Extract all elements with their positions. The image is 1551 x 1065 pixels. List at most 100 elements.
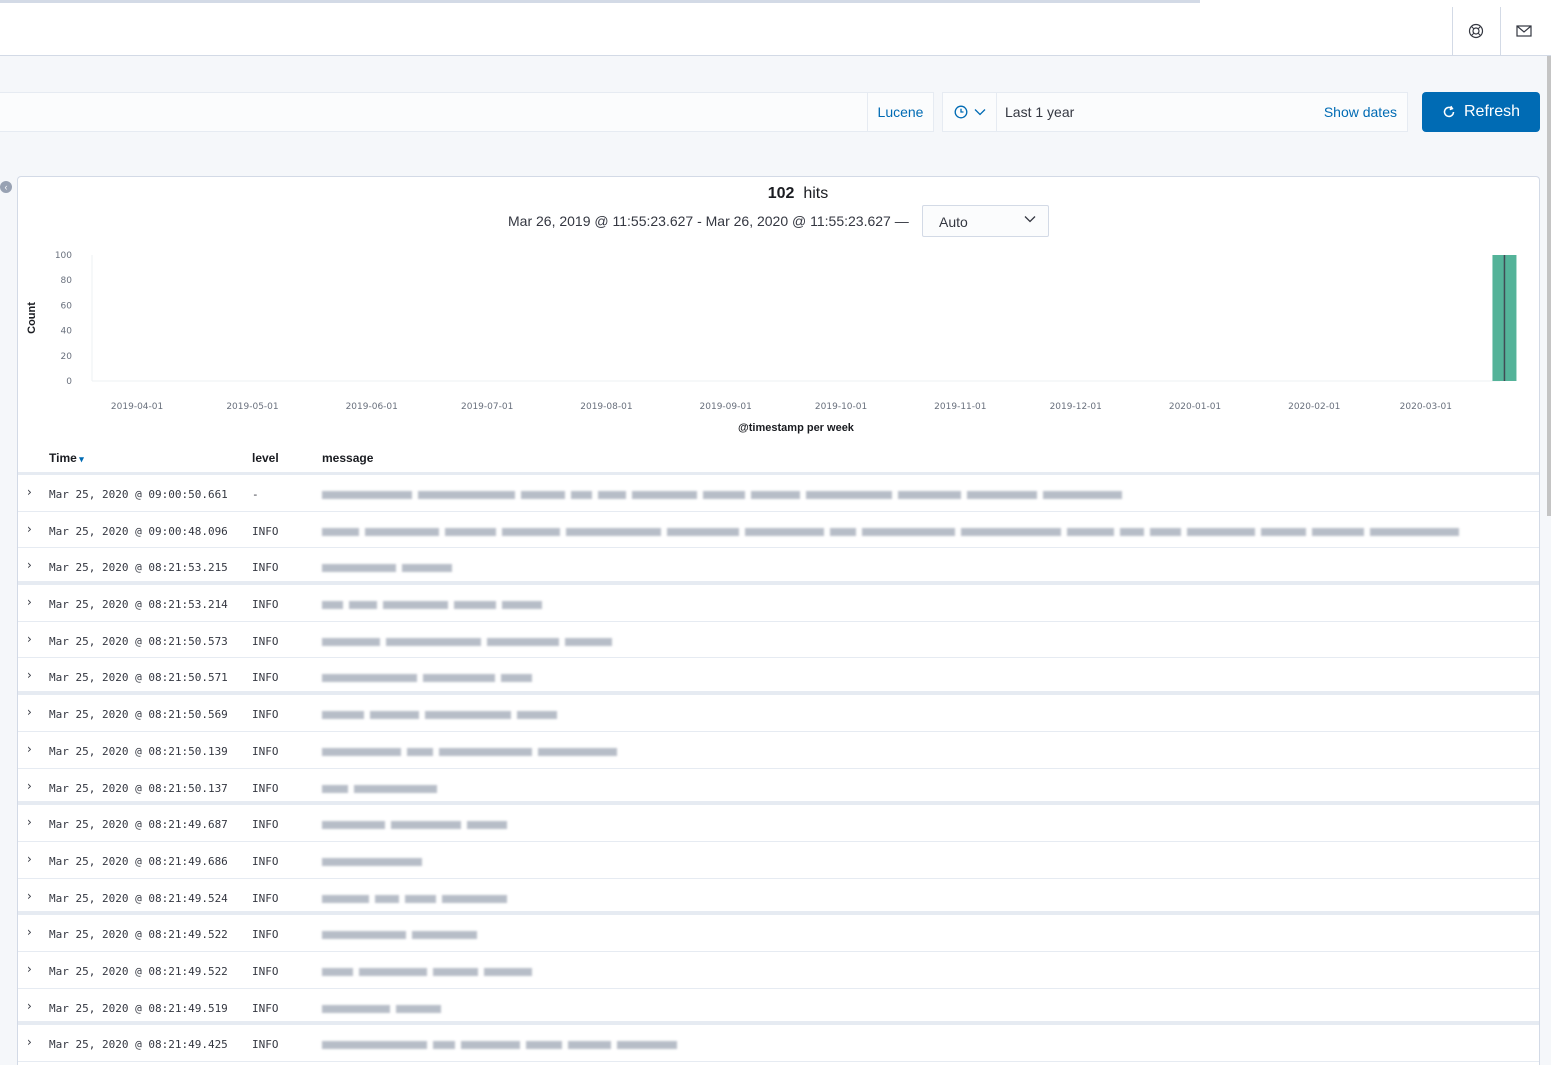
histogram-chart[interactable]: 100 80 60 40 20 0 2019-04-01 2019-05-01 2019-06-…: [18, 241, 1539, 441]
expand-row-icon[interactable]: ›: [27, 889, 32, 903]
newsfeed-button[interactable]: [1500, 7, 1546, 55]
expand-row-icon[interactable]: ›: [27, 632, 32, 646]
x-axis-title: @timestamp per week: [738, 422, 855, 434]
table-row[interactable]: › Mar 25, 2020 @ 08:21:49.524 INFO: [18, 879, 1539, 916]
redacted-text-block: [571, 491, 592, 499]
table-row[interactable]: › Mar 25, 2020 @ 08:21:49.687 INFO: [18, 805, 1539, 842]
expand-row-icon[interactable]: ›: [27, 925, 32, 939]
date-range-value[interactable]: Last 1 year: [1005, 104, 1074, 120]
redacted-text-block: [322, 747, 401, 756]
redacted-text-block: [502, 601, 542, 610]
redacted-text-block: [517, 711, 557, 720]
expand-row-icon[interactable]: ›: [27, 962, 32, 976]
redacted-text-block: [526, 1041, 562, 1050]
cell-message-redacted: [322, 1038, 683, 1050]
cell-time: Mar 25, 2020 @ 08:21:49.687: [49, 818, 228, 832]
column-header-message[interactable]: message: [322, 451, 373, 465]
redacted-text-block: [442, 894, 507, 903]
table-row[interactable]: › Mar 25, 2020 @ 08:21:53.214 INFO: [18, 585, 1539, 622]
redacted-text-block: [423, 674, 495, 683]
redacted-text-block: [322, 857, 422, 866]
x-tick-label: 2020-01-01: [1169, 402, 1221, 412]
expand-row-icon[interactable]: ›: [27, 558, 32, 572]
table-row[interactable]: › Mar 25, 2020 @ 08:21:49.522 INFO: [18, 915, 1539, 952]
sort-down-icon[interactable]: ▾: [77, 454, 84, 464]
cell-level: INFO: [252, 891, 279, 905]
expand-row-icon[interactable]: ›: [27, 742, 32, 756]
redacted-text-block: [433, 967, 478, 976]
expand-row-icon[interactable]: ›: [27, 485, 32, 499]
redacted-text-block: [322, 711, 364, 720]
redacted-text-block: [703, 491, 745, 499]
table-row[interactable]: › Mar 25, 2020 @ 08:21:50.573 INFO: [18, 622, 1539, 659]
table-row[interactable]: › Mar 25, 2020 @ 08:21:49.522 INFO: [18, 952, 1539, 989]
show-dates-link[interactable]: Show dates: [1324, 104, 1397, 120]
top-nav-bar: [0, 0, 1551, 56]
column-time-label: Time: [49, 451, 77, 465]
x-tick-label: 2019-11-01: [934, 402, 986, 412]
redacted-text-block: [322, 894, 369, 903]
table-row[interactable]: › Mar 25, 2020 @ 08:21:49.519 INFO: [18, 989, 1539, 1026]
redacted-text-block: [617, 1041, 677, 1050]
table-row[interactable]: › Mar 25, 2020 @ 09:00:50.661 -: [18, 475, 1539, 512]
redacted-text-block: [565, 637, 612, 646]
column-header-time[interactable]: Time ▾: [49, 451, 84, 465]
interval-select[interactable]: Auto: [922, 205, 1049, 237]
cell-message-redacted: [322, 745, 623, 756]
expand-row-icon[interactable]: ›: [27, 705, 32, 719]
redacted-text-block: [383, 601, 448, 610]
table-row[interactable]: › Mar 25, 2020 @ 08:21:50.137 INFO: [18, 769, 1539, 806]
cell-level: INFO: [252, 561, 279, 575]
quick-menu-button[interactable]: [943, 93, 997, 131]
table-row[interactable]: › Mar 25, 2020 @ 08:21:50.571 INFO: [18, 658, 1539, 696]
redacted-text-block: [1370, 527, 1459, 536]
column-header-level[interactable]: level: [252, 451, 279, 465]
page-scrollbar[interactable]: [1547, 56, 1551, 516]
redacted-text-block: [439, 747, 532, 756]
x-tick-label: 2020-03-01: [1400, 402, 1452, 412]
redacted-text-block: [745, 527, 824, 536]
table-row[interactable]: › Mar 25, 2020 @ 08:21:49.686 INFO: [18, 842, 1539, 879]
x-tick-label: 2019-10-01: [815, 402, 867, 412]
hits-count: 102 hits: [18, 185, 1551, 203]
expand-row-icon[interactable]: ›: [27, 668, 32, 682]
cell-level: INFO: [252, 1038, 279, 1052]
cell-level: INFO: [252, 1001, 279, 1015]
cell-level: INFO: [252, 818, 279, 832]
refresh-button[interactable]: Refresh: [1422, 92, 1540, 132]
redacted-text-block: [370, 711, 419, 720]
expand-row-icon[interactable]: ›: [27, 779, 32, 793]
table-row[interactable]: › Mar 25, 2020 @ 08:21:50.569 INFO: [18, 695, 1539, 732]
x-tick-label: 2019-05-01: [226, 402, 278, 412]
hits-label: hits: [803, 185, 829, 202]
redacted-text-block: [322, 1004, 390, 1013]
redacted-text-block: [322, 931, 406, 940]
expand-row-icon[interactable]: ›: [27, 522, 32, 536]
redacted-text-block: [418, 491, 515, 499]
table-row[interactable]: › Mar 25, 2020 @ 09:00:48.096 INFO: [18, 512, 1539, 549]
expand-row-icon[interactable]: ›: [27, 852, 32, 866]
cell-time: Mar 25, 2020 @ 08:21:50.139: [49, 744, 228, 758]
cell-message-redacted: [322, 928, 483, 940]
cell-message-redacted: [322, 1002, 447, 1013]
cell-message-redacted: [322, 488, 1128, 499]
cell-time: Mar 25, 2020 @ 08:21:49.524: [49, 891, 228, 905]
table-row[interactable]: › Mar 25, 2020 @ 08:21:53.215 INFO: [18, 548, 1539, 586]
redacted-text-block: [1120, 527, 1144, 536]
query-language-button[interactable]: Lucene: [867, 93, 933, 131]
expand-row-icon[interactable]: ›: [27, 999, 32, 1013]
expand-row-icon[interactable]: ›: [27, 595, 32, 609]
expand-row-icon[interactable]: ›: [27, 1035, 32, 1049]
help-button[interactable]: [1452, 7, 1498, 55]
table-row[interactable]: › Mar 25, 2020 @ 08:21:49.425 INFO: [18, 1025, 1539, 1062]
expand-row-icon[interactable]: ›: [27, 815, 32, 829]
table-row[interactable]: › Mar 25, 2020 @ 08:21:50.139 INFO: [18, 732, 1539, 769]
collapse-sidebar-icon[interactable]: ‹: [0, 181, 12, 193]
search-input[interactable]: Lucene: [0, 92, 934, 132]
redacted-text-block: [322, 784, 348, 793]
redacted-text-block: [502, 527, 560, 536]
cell-time: Mar 25, 2020 @ 08:21:50.571: [49, 671, 228, 685]
cell-time: Mar 25, 2020 @ 08:21:50.137: [49, 781, 228, 795]
discover-panel: 102 hits Mar 26, 2019 @ 11:55:23.627 - M…: [17, 176, 1540, 1065]
date-picker[interactable]: Last 1 year Show dates: [942, 92, 1408, 132]
